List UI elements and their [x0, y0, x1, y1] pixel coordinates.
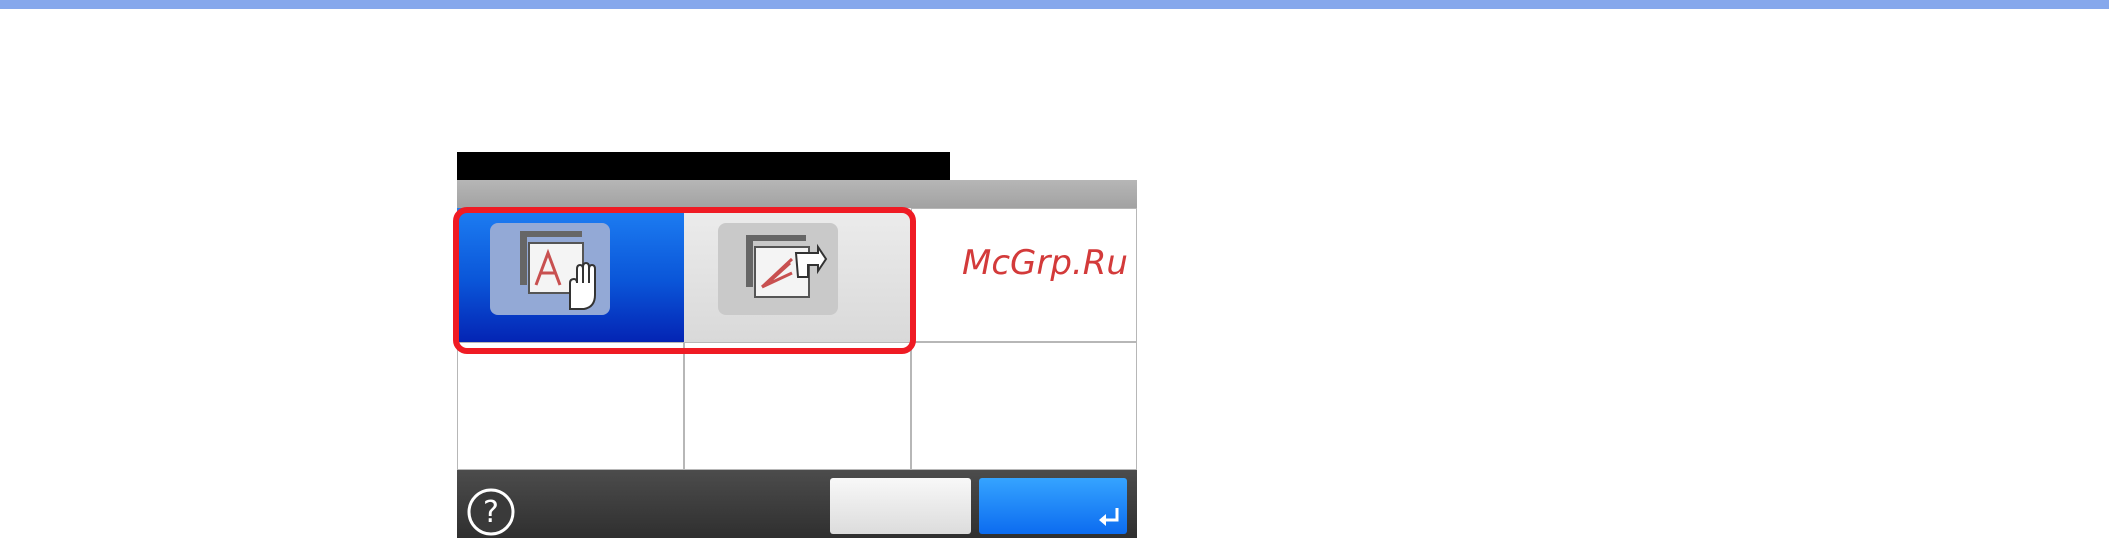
- empty-option-slot: [911, 342, 1137, 470]
- cancel-button[interactable]: [830, 478, 971, 534]
- panel-footer: ?: [457, 470, 1137, 538]
- panel-subheader: [457, 180, 1137, 208]
- top-accent-rule: [0, 0, 2109, 9]
- enter-icon: [1099, 508, 1119, 526]
- help-glyph: ?: [483, 495, 499, 530]
- help-circle-icon[interactable]: ?: [466, 487, 516, 537]
- watermark-text: McGrp.Ru: [962, 243, 1128, 283]
- empty-option-slot: [684, 342, 911, 470]
- panel-title-bar: [457, 152, 950, 180]
- empty-option-slot: [457, 342, 684, 470]
- selection-highlight-frame: [453, 207, 916, 354]
- ok-button[interactable]: [979, 478, 1127, 534]
